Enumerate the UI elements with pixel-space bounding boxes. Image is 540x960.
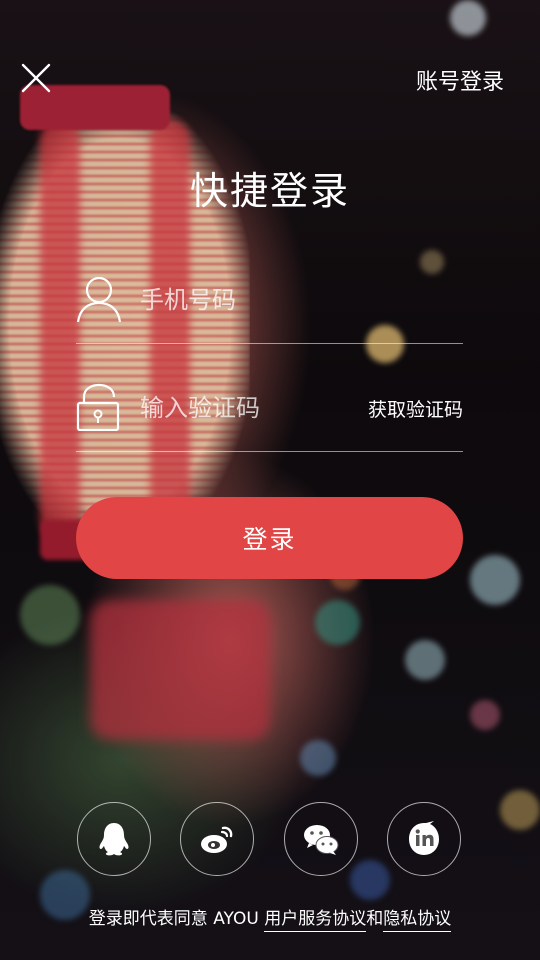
linkedin-login-button[interactable] — [387, 802, 461, 876]
terms-link[interactable]: 用户服务协议 — [264, 909, 367, 932]
privacy-link[interactable]: 隐私协议 — [383, 909, 452, 932]
phone-input[interactable] — [138, 277, 372, 323]
page-title: 快捷登录 — [189, 169, 350, 213]
linkedin-icon — [409, 821, 439, 855]
wechat-icon — [304, 825, 339, 855]
verification-code-field: 获取验证码 — [76, 363, 463, 452]
get-code-button[interactable]: 获取验证码 — [368, 395, 463, 422]
lock-icon — [76, 383, 122, 431]
close-icon — [21, 63, 51, 93]
agreement-and: 和 — [366, 909, 384, 929]
user-icon — [76, 275, 122, 323]
agreement-prefix: 登录即代表同意 AYOU — [88, 909, 259, 929]
wechat-login-button[interactable] — [284, 802, 358, 876]
qq-icon — [99, 823, 129, 856]
login-button[interactable]: 登录 — [76, 497, 463, 579]
weibo-login-button[interactable] — [180, 802, 254, 876]
verification-code-input[interactable] — [138, 385, 372, 431]
agreement-text: 登录即代表同意 AYOU 用户服务协议和隐私协议 — [0, 904, 540, 932]
phone-field — [76, 255, 463, 344]
qq-login-button[interactable] — [77, 802, 151, 876]
account-login-link[interactable]: 账号登录 — [416, 64, 504, 96]
background-photo — [0, 0, 540, 960]
close-button[interactable] — [20, 62, 52, 94]
weibo-icon — [201, 826, 233, 853]
